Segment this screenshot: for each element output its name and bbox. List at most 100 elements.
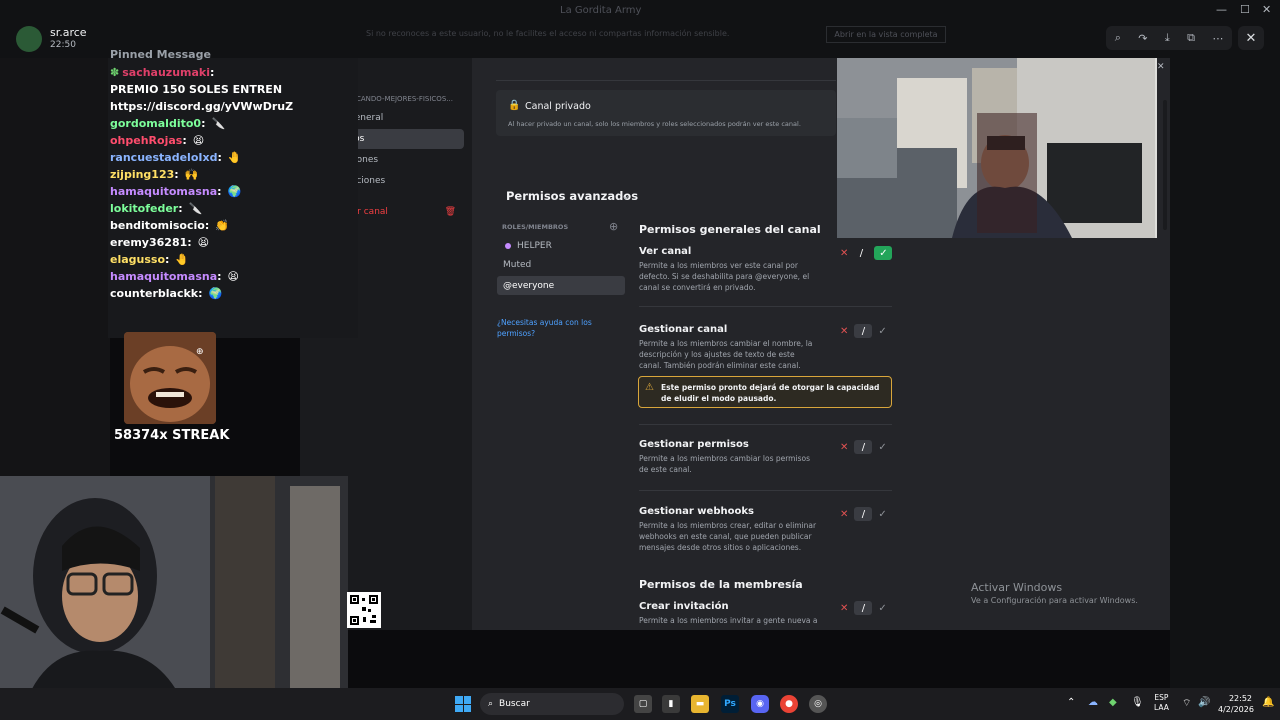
- emote-face: [124, 332, 216, 424]
- chat-message: hamaquitomasna: 😫: [110, 270, 239, 283]
- tray-app-icon[interactable]: ◆: [1109, 697, 1117, 708]
- neutral-icon[interactable]: /: [854, 324, 873, 338]
- deny-icon[interactable]: ✕: [840, 603, 848, 614]
- neutral-icon[interactable]: /: [854, 440, 873, 454]
- open-full-view-button[interactable]: Abrir en la vista completa: [826, 26, 946, 43]
- permission-manage-channel-title: Gestionar canal: [639, 324, 728, 335]
- allow-icon[interactable]: ✓: [874, 246, 893, 260]
- chat-separator: :: [182, 134, 187, 147]
- chat-username: eremy36281: [110, 236, 188, 249]
- chat-message-text: 😫: [227, 270, 239, 283]
- chat-separator: :: [217, 185, 222, 198]
- add-role-icon[interactable]: ⊕: [609, 220, 618, 233]
- wifi-icon[interactable]: ⌔: [1182, 697, 1191, 710]
- advanced-permissions-title[interactable]: Permisos avanzados: [506, 189, 638, 203]
- microphone-icon[interactable]: 🎙: [1131, 697, 1144, 708]
- taskbar-search[interactable]: ⌕ Buscar: [480, 693, 624, 715]
- clock-time: 22:52: [1228, 694, 1252, 703]
- scrollbar[interactable]: [1163, 100, 1167, 230]
- neutral-icon[interactable]: /: [854, 507, 873, 521]
- role-label: HELPER: [517, 241, 552, 251]
- chat-separator: :: [210, 66, 215, 79]
- webcam-close-icon[interactable]: ✕: [1157, 62, 1165, 72]
- minimize-icon[interactable]: —: [1216, 3, 1227, 16]
- allow-icon[interactable]: ✓: [878, 326, 886, 337]
- webcam-feed-top: [837, 58, 1157, 238]
- help-link[interactable]: ¿Necesitas ayuda con los permisos?: [497, 317, 617, 339]
- trash-icon: 🗑: [444, 207, 456, 217]
- allow-icon[interactable]: ✓: [878, 603, 886, 614]
- deny-icon[interactable]: ✕: [840, 442, 848, 453]
- permission-webhooks-title: Gestionar webhooks: [639, 506, 754, 517]
- role-item-everyone[interactable]: @everyone: [497, 276, 625, 295]
- deny-icon[interactable]: ✕: [840, 326, 848, 337]
- permission-create-invite-desc: Permite a los miembros invitar a gente n…: [639, 616, 818, 625]
- tray-chevron-icon[interactable]: ⌃: [1067, 697, 1075, 708]
- deny-icon[interactable]: ✕: [840, 509, 848, 520]
- role-item-muted[interactable]: Muted: [497, 256, 625, 274]
- search-icon: ⌕: [488, 699, 494, 709]
- permission-view-channel-title: Ver canal: [639, 246, 692, 257]
- more-icon[interactable]: ⋯: [1212, 32, 1223, 45]
- notifications-icon[interactable]: 🔔: [1262, 697, 1274, 708]
- allow-icon[interactable]: ✓: [878, 442, 886, 453]
- deny-icon[interactable]: ✕: [840, 248, 848, 259]
- open-external-icon[interactable]: ⧉: [1187, 31, 1195, 45]
- chat-message: ✽ sachauzumaki:: [110, 66, 214, 79]
- task-view-icon[interactable]: ▢: [634, 695, 652, 713]
- chat-message-text: 😫: [192, 134, 205, 147]
- zoom-icon[interactable]: ⌕: [1115, 31, 1121, 45]
- role-item-helper[interactable]: HELPER: [497, 237, 625, 255]
- chat-message-text: 🤚: [175, 253, 190, 266]
- chat-message-text: 🌍: [208, 287, 223, 300]
- window-close-icon[interactable]: ✕: [1262, 3, 1271, 16]
- chat-username: benditomisocio: [110, 219, 205, 232]
- neutral-icon[interactable]: /: [854, 601, 873, 615]
- chat-message: hamaquitomasna: 🌍: [110, 185, 241, 198]
- membership-permissions-title: Permisos de la membresía: [639, 578, 803, 591]
- discord-icon[interactable]: ◉: [751, 695, 769, 713]
- download-icon[interactable]: ⤓: [1165, 31, 1170, 45]
- forward-icon[interactable]: ↷: [1138, 32, 1147, 45]
- language-indicator[interactable]: ESP LAA: [1154, 693, 1169, 713]
- volume-icon[interactable]: 🔊: [1198, 697, 1210, 708]
- chat-username: elagusso: [110, 253, 166, 266]
- permission-view-channel-desc: Permite a los miembros ver este canal po…: [639, 261, 810, 292]
- close-viewer-button[interactable]: ✕: [1238, 26, 1264, 50]
- viewer-toolbar: ⌕ ↷ ⤓ ⧉ ⋯: [1106, 26, 1232, 50]
- avatar: [16, 26, 42, 52]
- file-explorer-icon[interactable]: ▬: [691, 695, 709, 713]
- neutral-icon[interactable]: /: [854, 248, 868, 259]
- sender-name: sr.arce: [50, 26, 87, 39]
- window-title: La Gordita Army: [560, 5, 642, 16]
- chat-separator: :: [217, 270, 222, 283]
- background-member-list: [1170, 58, 1280, 688]
- chat-message-text: 😫: [197, 236, 210, 249]
- chat-message-text: 🤚: [227, 151, 242, 164]
- chat-username: gordomalditо0: [110, 117, 202, 130]
- chat-message-text: 🔪: [211, 117, 226, 130]
- chevron-down-icon[interactable]: ⌄: [621, 189, 630, 202]
- chat-username: rancuestadeloIxd: [110, 151, 218, 164]
- chat-separator: :: [198, 287, 203, 300]
- chrome-icon[interactable]: ●: [780, 695, 798, 713]
- cursor-icon: ⊕: [196, 347, 204, 357]
- clock[interactable]: 22:52 4/2/2026: [1218, 693, 1254, 715]
- chat-username: sachauzumaki: [122, 66, 210, 79]
- streak-counter: 58374x STREAK: [114, 428, 230, 443]
- warning-text: Este permiso pronto dejará de otorgar la…: [661, 383, 880, 403]
- photoshop-icon[interactable]: Ps: [721, 695, 739, 713]
- obs-icon[interactable]: ◎: [809, 695, 827, 713]
- windows-start-icon[interactable]: [455, 696, 471, 712]
- chat-message: gordomalditо0: 🔪: [110, 117, 225, 130]
- chat-message: benditomisocio: 👏: [110, 219, 229, 232]
- app-icon[interactable]: ▮: [662, 695, 680, 713]
- chat-message-text: 🙌: [184, 168, 199, 181]
- permission-create-invite-toggle: ✕ / ✓: [840, 601, 887, 615]
- permission-manage-channel-desc: Permite a los miembros cambiar el nombre…: [639, 339, 813, 370]
- allow-icon[interactable]: ✓: [878, 509, 886, 520]
- private-channel-title: Canal privado: [525, 101, 591, 112]
- tray-cloud-icon[interactable]: ☁: [1088, 697, 1098, 708]
- maximize-icon[interactable]: ☐: [1240, 3, 1250, 16]
- chat-username: counterblackk: [110, 287, 199, 300]
